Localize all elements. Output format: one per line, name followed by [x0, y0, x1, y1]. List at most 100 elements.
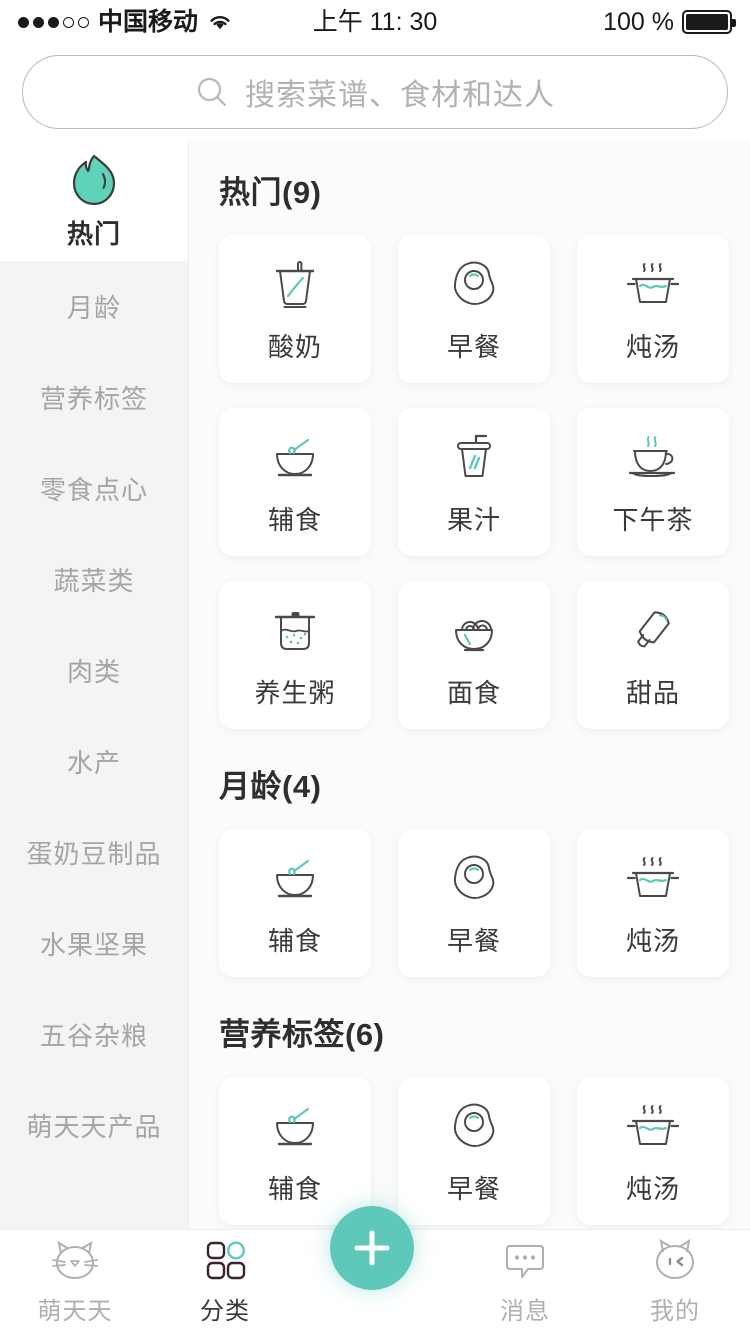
search-placeholder: 搜索菜谱、食材和达人	[245, 79, 555, 112]
category-card-label: 辅食	[267, 504, 322, 535]
section-title-nutrition: 营养标签(6)	[219, 1017, 385, 1052]
porridge-pot-icon	[264, 601, 326, 659]
sidebar-item-age[interactable]: 月龄	[0, 261, 188, 352]
sidebar-item-vegetables[interactable]: 蔬菜类	[0, 534, 188, 625]
status-bar: 中国移动 上午 11: 30 100 %	[0, 0, 750, 44]
category-card-label: 下午茶	[612, 504, 694, 535]
category-card-label: 早餐	[446, 1173, 501, 1204]
sidebar-item-label: 蔬菜类	[53, 566, 135, 596]
carrier-name: 中国移动	[98, 7, 199, 36]
category-card-label: 炖汤	[625, 331, 680, 362]
sidebar-item-label: 零食点心	[39, 475, 148, 505]
sidebar-item-fruit-nuts[interactable]: 水果坚果	[0, 898, 188, 989]
sidebar-item-snacks[interactable]: 零食点心	[0, 443, 188, 534]
category-card-yogurt[interactable]: 酸奶	[219, 235, 371, 383]
teacup-icon	[622, 428, 684, 486]
category-pane[interactable]: 热门(9) 酸奶 早餐 炖汤 辅食 果汁 下午茶 养生粥 面食 甜品 月龄(4)…	[189, 141, 750, 1254]
sidebar-item-label: 萌天天产品	[26, 1112, 162, 1142]
category-card-label: 果汁	[446, 504, 501, 535]
sidebar-item-label: 五谷杂粮	[39, 1021, 148, 1051]
category-card-label: 早餐	[446, 925, 501, 956]
section-title-hot: 热门(9)	[219, 175, 322, 210]
tab-profile[interactable]: 我的	[600, 1230, 750, 1334]
status-bar-right: 100 %	[603, 7, 736, 37]
category-card-label: 辅食	[267, 1173, 322, 1204]
sidebar-item-egg-dairy-soy[interactable]: 蛋奶豆制品	[0, 807, 188, 898]
category-card-baby-food[interactable]: 辅食	[219, 1077, 371, 1225]
category-card-afternoon-tea[interactable]: 下午茶	[577, 408, 729, 556]
tab-label: 消息	[500, 1298, 550, 1325]
bowl-spoon-icon	[264, 428, 326, 486]
category-grid-age: 辅食 早餐 炖汤	[189, 806, 750, 983]
category-card-baby-food[interactable]: 辅食	[219, 408, 371, 556]
category-card-juice[interactable]: 果汁	[398, 408, 550, 556]
flame-icon	[68, 152, 120, 208]
category-card-label: 甜品	[625, 677, 680, 708]
category-card-breakfast[interactable]: 早餐	[398, 235, 550, 383]
sidebar-item-hot[interactable]: 热门	[0, 141, 188, 261]
search-input[interactable]: 搜索菜谱、食材和达人	[22, 55, 728, 129]
category-card-label: 炖汤	[625, 925, 680, 956]
category-grid-hot: 酸奶 早餐 炖汤 辅食 果汁 下午茶 养生粥 面食 甜品	[189, 212, 750, 735]
tab-label: 分类	[200, 1298, 250, 1325]
bowl-spoon-icon	[264, 1097, 326, 1155]
soup-pot-icon	[622, 255, 684, 313]
category-card-baby-food[interactable]: 辅食	[219, 829, 371, 977]
chat-bubble-icon	[498, 1238, 552, 1284]
search-bar-container: 搜索菜谱、食材和达人	[0, 44, 750, 141]
sidebar-item-meat[interactable]: 肉类	[0, 625, 188, 716]
juice-cup-icon	[443, 428, 505, 486]
battery-percent-label: 100 %	[603, 7, 674, 36]
popsicle-icon	[622, 601, 684, 659]
sidebar-item-label: 月龄	[66, 293, 121, 323]
tab-home[interactable]: 萌天天	[0, 1230, 150, 1334]
app-screen: 中国移动 上午 11: 30 100 % 搜索菜谱、食材和达人 热门 月龄 营养…	[0, 0, 750, 1334]
bowl-spoon-icon	[264, 849, 326, 907]
cat-avatar-icon	[648, 1238, 702, 1284]
sidebar-item-brand-products[interactable]: 萌天天产品	[0, 1080, 188, 1171]
wifi-icon	[207, 12, 233, 32]
sidebar-item-seafood[interactable]: 水产	[0, 716, 188, 807]
category-card-breakfast[interactable]: 早餐	[398, 829, 550, 977]
grid-category-icon	[198, 1238, 252, 1284]
fried-egg-icon	[443, 1097, 505, 1155]
category-card-porridge[interactable]: 养生粥	[219, 581, 371, 729]
category-card-dessert[interactable]: 甜品	[577, 581, 729, 729]
main-content: 热门 月龄 营养标签 零食点心 蔬菜类 肉类 水产 蛋奶豆制品 水果坚果 五谷杂…	[0, 141, 750, 1254]
section-title-age: 月龄(4)	[219, 769, 322, 804]
tab-category[interactable]: 分类	[150, 1230, 300, 1334]
category-card-breakfast[interactable]: 早餐	[398, 1077, 550, 1225]
tab-label: 萌天天	[37, 1298, 113, 1325]
sidebar-item-label: 热门	[66, 218, 121, 249]
search-icon	[195, 75, 229, 109]
tab-messages[interactable]: 消息	[450, 1230, 600, 1334]
yogurt-cup-icon	[264, 255, 326, 313]
soup-pot-icon	[622, 1097, 684, 1155]
category-card-soup[interactable]: 炖汤	[577, 1077, 729, 1225]
status-bar-left: 中国移动	[18, 7, 233, 36]
fried-egg-icon	[443, 255, 505, 313]
category-card-label: 辅食	[267, 925, 322, 956]
cat-head-icon	[48, 1238, 102, 1284]
category-sidebar[interactable]: 热门 月龄 营养标签 零食点心 蔬菜类 肉类 水产 蛋奶豆制品 水果坚果 五谷杂…	[0, 141, 189, 1254]
category-card-noodles[interactable]: 面食	[398, 581, 550, 729]
category-card-soup[interactable]: 炖汤	[577, 829, 729, 977]
tab-label: 我的	[650, 1298, 700, 1325]
plus-icon	[349, 1225, 395, 1271]
sidebar-item-label: 营养标签	[39, 384, 148, 414]
sidebar-item-label: 水产	[66, 748, 121, 778]
sidebar-item-label: 水果坚果	[39, 930, 148, 960]
fried-egg-icon	[443, 849, 505, 907]
sidebar-item-nutrition-tag[interactable]: 营养标签	[0, 352, 188, 443]
category-card-label: 早餐	[446, 331, 501, 362]
category-card-label: 养生粥	[254, 677, 336, 708]
category-card-soup[interactable]: 炖汤	[577, 235, 729, 383]
category-card-label: 面食	[446, 677, 501, 708]
category-card-label: 炖汤	[625, 1173, 680, 1204]
add-button[interactable]	[330, 1206, 414, 1290]
soup-pot-icon	[622, 849, 684, 907]
signal-strength-dots	[18, 16, 89, 28]
sidebar-item-grains[interactable]: 五谷杂粮	[0, 989, 188, 1080]
category-grid-nutrition: 辅食 早餐 炖汤	[189, 1054, 750, 1231]
battery-full-icon	[682, 10, 736, 34]
